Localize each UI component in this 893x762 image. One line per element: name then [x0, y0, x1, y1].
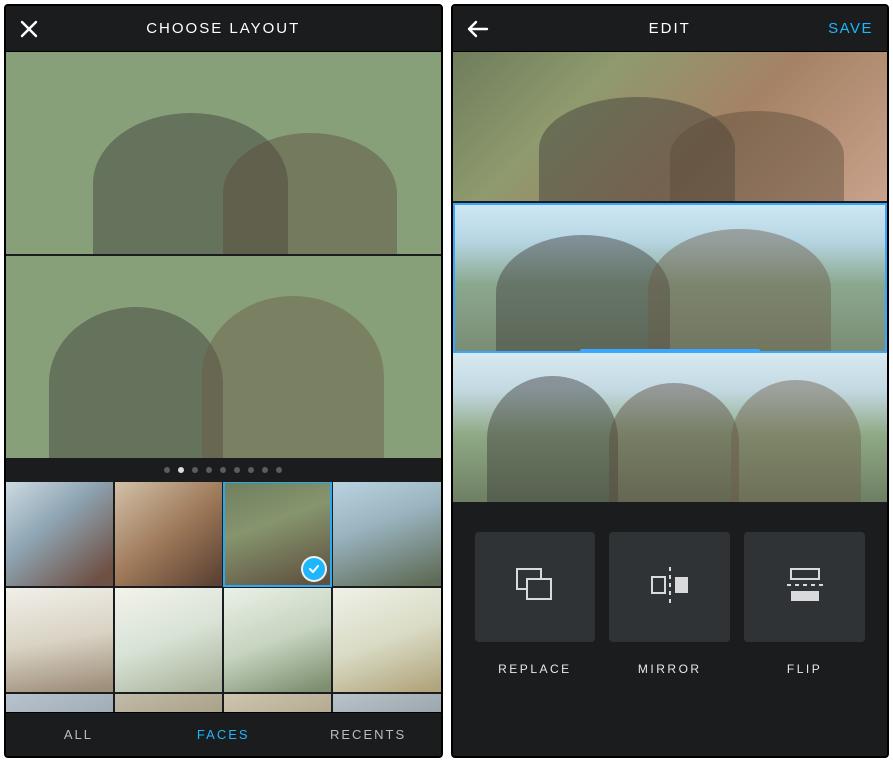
thumbnail[interactable]	[224, 588, 331, 692]
layout-preview[interactable]	[6, 52, 441, 482]
replace-button[interactable]	[475, 532, 596, 642]
thumbnail[interactable]	[224, 482, 331, 586]
tool-label: FLIP	[744, 662, 865, 676]
thumbnail[interactable]	[6, 694, 113, 712]
resize-handle-icon[interactable]	[580, 203, 760, 205]
topbar: EDIT SAVE	[453, 6, 888, 52]
flip-button[interactable]	[744, 532, 865, 642]
page-title: EDIT	[453, 20, 888, 37]
edit-tools: REPLACE MIRROR FLIP	[453, 502, 888, 756]
layout-cell[interactable]	[6, 256, 441, 458]
edit-cell[interactable]	[453, 52, 888, 203]
layout-chooser-screen: CHOOSE LAYOUT	[4, 4, 443, 758]
edit-cell[interactable]	[453, 353, 888, 502]
tab-all[interactable]: ALL	[6, 713, 151, 756]
pagination-dots[interactable]	[6, 458, 441, 482]
page-dot[interactable]	[220, 467, 226, 473]
selected-check-icon	[303, 558, 325, 580]
page-dot[interactable]	[276, 467, 282, 473]
tab-faces[interactable]: FACES	[151, 713, 296, 756]
back-icon[interactable]	[467, 20, 489, 38]
page-dot[interactable]	[178, 467, 184, 473]
topbar: CHOOSE LAYOUT	[6, 6, 441, 52]
page-dot[interactable]	[164, 467, 170, 473]
tab-recents[interactable]: RECENTS	[296, 713, 441, 756]
thumbnail[interactable]	[6, 482, 113, 586]
tool-label: REPLACE	[475, 662, 596, 676]
edit-screen: EDIT SAVE	[451, 4, 890, 758]
page-dot[interactable]	[192, 467, 198, 473]
photo-picker[interactable]	[6, 482, 441, 712]
thumbnail[interactable]	[224, 694, 331, 712]
thumbnail[interactable]	[333, 482, 440, 586]
edit-cell[interactable]	[453, 203, 888, 354]
flip-icon	[783, 563, 827, 612]
mirror-icon	[646, 565, 694, 610]
close-icon[interactable]	[20, 20, 38, 38]
layout-cell[interactable]	[6, 52, 441, 256]
page-dot[interactable]	[262, 467, 268, 473]
page-dot[interactable]	[206, 467, 212, 473]
thumbnail[interactable]	[333, 588, 440, 692]
save-button[interactable]: SAVE	[828, 20, 873, 37]
mirror-button[interactable]	[609, 532, 730, 642]
thumbnail[interactable]	[115, 482, 222, 586]
thumbnail[interactable]	[333, 694, 440, 712]
filter-tabs: ALL FACES RECENTS	[6, 712, 441, 756]
page-dot[interactable]	[248, 467, 254, 473]
thumbnail[interactable]	[115, 588, 222, 692]
edit-canvas[interactable]	[453, 52, 888, 502]
thumbnail[interactable]	[6, 588, 113, 692]
layout-template-two-rows	[6, 52, 441, 458]
tool-label: MIRROR	[609, 662, 730, 676]
replace-icon	[513, 565, 557, 610]
thumbnail[interactable]	[115, 694, 222, 712]
page-dot[interactable]	[234, 467, 240, 473]
page-title: CHOOSE LAYOUT	[6, 20, 441, 37]
